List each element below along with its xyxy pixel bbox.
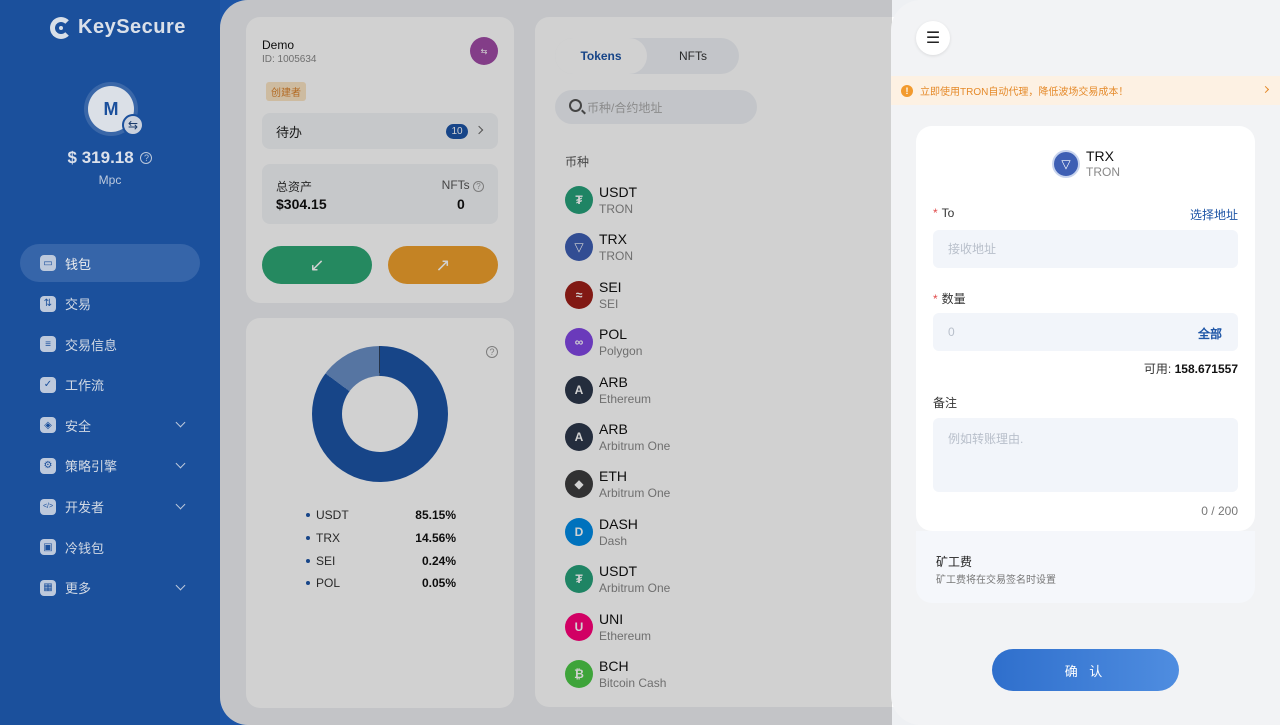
chevron-right-icon [1261,85,1270,94]
asset-network: TRON [1086,165,1120,179]
memo-char-counter: 0 / 200 [1201,504,1238,518]
send-form-card: ▽ TRX TRON *To 选择地址 *数量 全部 可用: 158.67155… [916,126,1255,531]
menu-collapse-icon: ☰ [925,30,941,47]
available-balance: 可用: 158.671557 [1144,360,1238,377]
amount-label-text: 数量 [941,292,966,306]
tron-proxy-notice[interactable]: ! 立即使用TRON自动代理，降低波场交易成本！ [891,76,1280,105]
to-label-text: To [941,206,955,220]
memo-textarea[interactable] [933,418,1238,492]
memo-label: 备注 [933,396,958,410]
miner-fee-section: 矿工费 矿工费将在交易签名时设置 [916,531,1255,603]
select-address-link[interactable]: 选择地址 [1190,206,1238,223]
send-drawer: ☰ ! 立即使用TRON自动代理，降低波场交易成本！ ▽ TRX TRON * T… [891,0,1280,725]
fee-description: 矿工费将在交易签名时设置 [936,575,1056,586]
to-address-input[interactable] [933,230,1238,268]
required-mark: * [933,206,938,220]
notice-text: 立即使用TRON自动代理，降低波场交易成本！ [920,87,1129,98]
sidebar-dim-overlay [0,0,220,725]
main-dim-overlay[interactable] [220,0,892,725]
asset-symbol: TRX [1086,148,1114,164]
confirm-button[interactable]: 确 认 [992,649,1179,691]
amount-input[interactable] [933,313,1238,351]
warning-icon: ! [901,84,913,97]
max-amount-button[interactable]: 全部 [1198,325,1222,342]
to-label: * To [933,206,954,220]
required-mark: * [933,292,938,306]
available-label: 可用: [1143,362,1172,376]
collapse-drawer-button[interactable]: ☰ [916,21,950,55]
trx-token-icon: ▽ [1052,150,1080,178]
available-value: 158.671557 [1174,362,1238,376]
fee-title: 矿工费 [936,555,973,569]
selected-asset: ▽ TRX TRON [1052,148,1120,180]
amount-label: * 数量 [933,290,966,307]
